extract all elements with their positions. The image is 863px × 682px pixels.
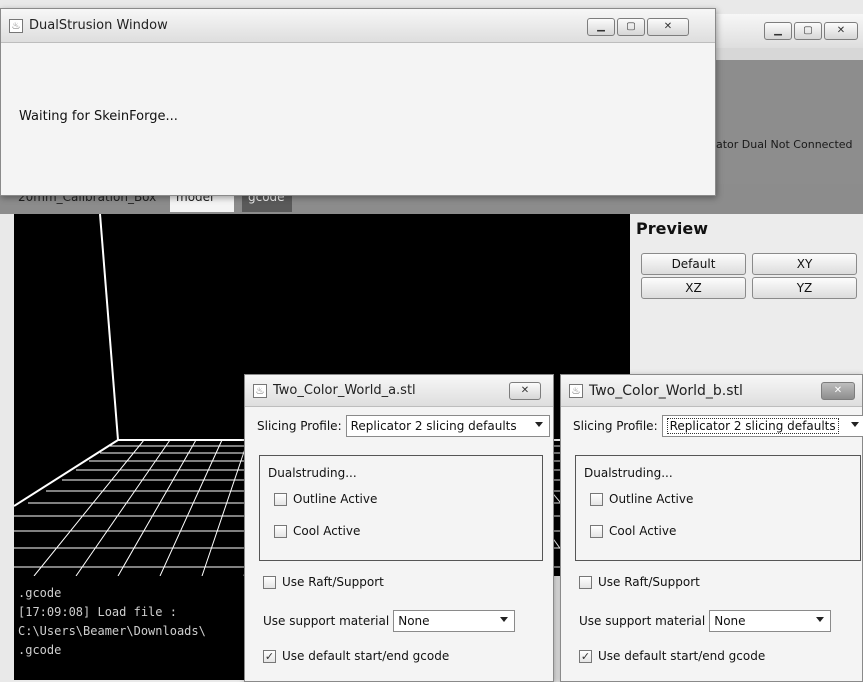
dualstrusion-titlebar[interactable]: ♨ DualStrusion Window ▁ ▢ ✕ bbox=[1, 9, 715, 43]
preview-yz-button[interactable]: YZ bbox=[752, 277, 857, 299]
machine-status-text: ator Dual Not Connected bbox=[716, 138, 853, 151]
console-line: C:\Users\Beamer\Downloads\ bbox=[18, 624, 206, 638]
chevron-down-icon bbox=[500, 617, 509, 622]
slicing-profile-label: Slicing Profile: bbox=[257, 419, 342, 433]
use-raft-label: Use Raft/Support bbox=[282, 575, 384, 589]
use-raft-checkbox[interactable]: Use Raft/Support bbox=[579, 575, 700, 589]
slicing-profile-value: Replicator 2 slicing defaults bbox=[350, 419, 517, 433]
checkbox-box[interactable] bbox=[274, 492, 287, 506]
use-raft-label: Use Raft/Support bbox=[598, 575, 700, 589]
java-icon: ♨ bbox=[569, 383, 583, 398]
main-toolbar-strip bbox=[716, 48, 863, 60]
outline-active-checkbox[interactable]: Outline Active bbox=[590, 492, 693, 506]
dual-minimize-button[interactable]: ▁ bbox=[587, 18, 615, 36]
chevron-down-icon bbox=[850, 422, 859, 427]
cool-active-checkbox[interactable]: Cool Active bbox=[274, 524, 360, 538]
dualstrusion-window: ♨ DualStrusion Window ▁ ▢ ✕ Waiting for … bbox=[0, 8, 716, 196]
slicing-profile-label: Slicing Profile: bbox=[573, 419, 658, 433]
dual-close-button[interactable]: ✕ bbox=[647, 18, 689, 36]
slicing-profile-select[interactable]: Replicator 2 slicing defaults bbox=[661, 415, 863, 437]
console-line: [17:09:08] Load file : bbox=[18, 605, 177, 619]
stl-b-title: Two_Color_World_b.stl bbox=[589, 382, 743, 399]
support-material-value: None bbox=[398, 614, 430, 628]
dualstrusion-title: DualStrusion Window bbox=[29, 18, 168, 33]
support-material-select[interactable]: None bbox=[709, 610, 832, 632]
cool-active-label: Cool Active bbox=[293, 524, 361, 538]
checkbox-box[interactable] bbox=[590, 524, 603, 538]
preview-xz-button[interactable]: XZ bbox=[641, 277, 746, 299]
cool-active-label: Cool Active bbox=[609, 524, 677, 538]
dualstruding-group: Dualstruding... Outline Active Cool Acti… bbox=[259, 455, 543, 561]
default-gcode-label: Use default start/end gcode bbox=[598, 649, 766, 663]
stl-a-title: Two_Color_World_a.stl bbox=[273, 383, 416, 398]
support-material-value: None bbox=[714, 614, 746, 628]
java-icon: ♨ bbox=[253, 383, 267, 398]
stl-a-titlebar[interactable]: ♨ Two_Color_World_a.stl ✕ bbox=[245, 375, 553, 407]
console-line: .gcode bbox=[18, 643, 62, 657]
preview-title: Preview bbox=[636, 219, 709, 238]
checkmark-icon[interactable]: ✓ bbox=[263, 649, 276, 663]
dual-maximize-button[interactable]: ▢ bbox=[617, 18, 645, 36]
slicing-profile-select[interactable]: Replicator 2 slicing defaults bbox=[345, 415, 550, 437]
checkmark-icon[interactable]: ✓ bbox=[579, 649, 592, 663]
support-material-label: Use support material bbox=[263, 614, 390, 628]
main-maximize-button[interactable]: ▢ bbox=[794, 22, 822, 40]
stl-b-close-button[interactable]: ✕ bbox=[821, 382, 855, 400]
chevron-down-icon bbox=[816, 617, 825, 622]
stl-a-close-button[interactable]: ✕ bbox=[509, 382, 541, 400]
stl-b-titlebar[interactable]: ♨ Two_Color_World_b.stl ✕ bbox=[561, 375, 862, 407]
cool-active-checkbox[interactable]: Cool Active bbox=[590, 524, 676, 538]
machine-status-panel bbox=[716, 60, 863, 184]
checkbox-box[interactable] bbox=[263, 575, 276, 589]
skeinforge-status-message: Waiting for SkeinForge... bbox=[19, 109, 178, 124]
default-gcode-checkbox[interactable]: ✓ Use default start/end gcode bbox=[263, 649, 449, 663]
console-line: .gcode bbox=[18, 586, 62, 600]
checkbox-box[interactable] bbox=[590, 492, 603, 506]
dualstruding-label: Dualstruding... bbox=[268, 466, 357, 480]
java-icon: ♨ bbox=[9, 18, 23, 33]
dualstruding-group: Dualstruding... Outline Active Cool Acti… bbox=[575, 455, 861, 561]
preview-default-button[interactable]: Default bbox=[641, 253, 746, 275]
outline-active-checkbox[interactable]: Outline Active bbox=[274, 492, 377, 506]
preview-xy-button[interactable]: XY bbox=[752, 253, 857, 275]
outline-active-label: Outline Active bbox=[609, 492, 694, 506]
support-material-label: Use support material bbox=[579, 614, 706, 628]
main-minimize-button[interactable]: ▁ bbox=[764, 22, 792, 40]
default-gcode-checkbox[interactable]: ✓ Use default start/end gcode bbox=[579, 649, 765, 663]
slicing-profile-value: Replicator 2 slicing defaults bbox=[666, 418, 839, 434]
use-raft-checkbox[interactable]: Use Raft/Support bbox=[263, 575, 384, 589]
outline-active-label: Outline Active bbox=[293, 492, 378, 506]
checkbox-box[interactable] bbox=[579, 575, 592, 589]
console-log: .gcode [17:09:08] Load file : C:\Users\B… bbox=[14, 576, 254, 680]
stl-window-b: ♨ Two_Color_World_b.stl ✕ Slicing Profil… bbox=[560, 374, 863, 682]
dualstruding-label: Dualstruding... bbox=[584, 466, 673, 480]
checkbox-box[interactable] bbox=[274, 524, 287, 538]
main-close-button[interactable]: ✕ bbox=[824, 22, 858, 40]
chevron-down-icon bbox=[534, 422, 543, 427]
stl-window-a: ♨ Two_Color_World_a.stl ✕ Slicing Profil… bbox=[244, 374, 554, 682]
support-material-select[interactable]: None bbox=[393, 610, 516, 632]
default-gcode-label: Use default start/end gcode bbox=[282, 649, 450, 663]
